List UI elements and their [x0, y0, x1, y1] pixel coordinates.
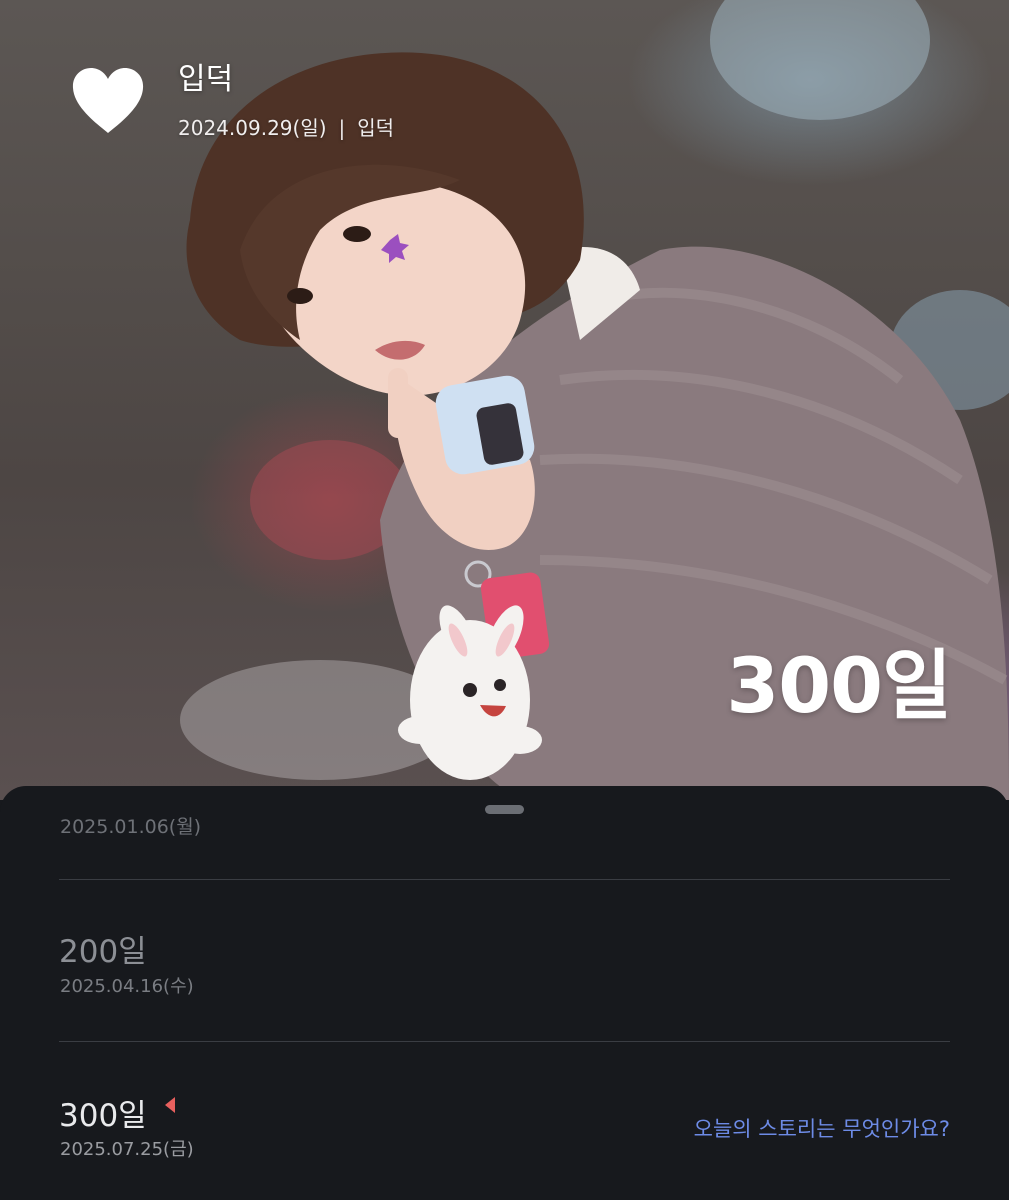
milestone-300-title: 300일: [59, 1098, 147, 1134]
start-date: 2024.09.29(일): [178, 116, 327, 140]
screen: 입덕 2024.09.29(일) | 입덕 300일 2025.01.06(월) 2…: [0, 0, 1009, 1200]
current-marker-icon: [165, 1097, 175, 1113]
milestone-300-date: 2025.07.25(금): [60, 1139, 194, 1160]
milestone-200-title: 200일: [59, 934, 147, 970]
heart-icon: [72, 68, 144, 133]
divider: [59, 879, 950, 880]
milestone-bottom-sheet[interactable]: 2025.01.06(월) 200일 2025.04.16(수) 300일 20…: [0, 786, 1009, 1200]
milestone-200-date: 2025.04.16(수): [60, 976, 194, 997]
hero-photo-area: 입덕 2024.09.29(일) | 입덕 300일: [0, 0, 1009, 800]
day-count-label: 300일: [726, 641, 952, 730]
partial-milestone-date: 2025.01.06(월): [60, 816, 202, 838]
drag-handle[interactable]: [485, 805, 524, 814]
subtitle-separator: |: [338, 116, 346, 140]
milestone-category-title: 입덕: [178, 62, 234, 97]
header-subtitle: 2024.09.29(일) | 입덕: [178, 112, 394, 141]
story-prompt-link[interactable]: 오늘의 스토리는 무엇인가요?: [694, 1113, 950, 1143]
divider: [59, 1041, 950, 1042]
category-label: 입덕: [357, 116, 395, 140]
